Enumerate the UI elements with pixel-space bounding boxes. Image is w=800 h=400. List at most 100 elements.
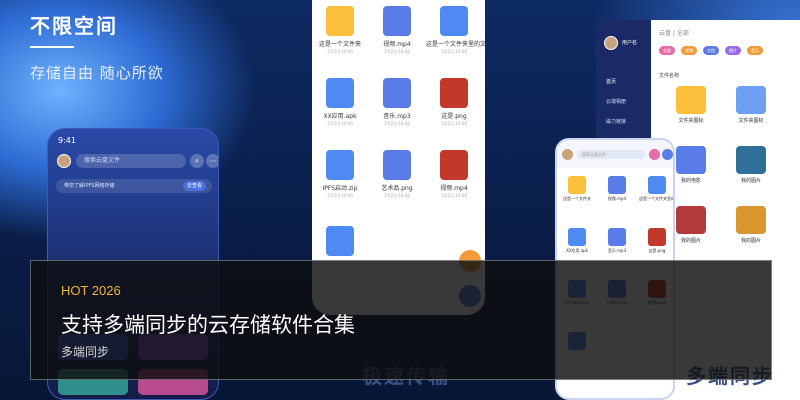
file-item[interactable]: IPFS启动.zip 1月2日 16:00 (312, 150, 368, 199)
file-name: 这是一个文件夹 (318, 41, 361, 48)
file-meta: 1月2日 16:00 (327, 49, 353, 54)
notification-icon[interactable] (649, 149, 660, 160)
file-item[interactable]: 艺术品.png 1月2日 16:00 (369, 150, 425, 199)
file-name: 我的图片 (740, 238, 761, 244)
desktop-file-item[interactable]: 文件夹图标 (721, 86, 781, 124)
file-meta: 1月2日 16:00 (327, 121, 353, 126)
avatar (562, 149, 573, 160)
file-item[interactable]: 这是一个文件夹里的文档.docx1月2日 16:00 (426, 6, 485, 55)
breadcrumb: 云盘 / 全部 (659, 30, 689, 37)
file-icon (326, 226, 354, 256)
hot-tag: HOT 2026 (61, 283, 121, 298)
zip-icon (326, 150, 354, 180)
image-icon (440, 78, 468, 108)
file-type-icon (608, 228, 626, 246)
sidebar-item-album[interactable]: 云端相册 (606, 98, 626, 105)
file-item[interactable]: 这是一个文件夹里的文档.docx (639, 176, 675, 202)
filter-chip[interactable]: 视频 (681, 46, 697, 55)
file-type-icon (568, 176, 586, 194)
file-item[interactable]: 视频.mp4 1月2日 16:00 (369, 6, 425, 55)
file-name: IPFS启动.zip (322, 185, 358, 192)
file-name: 视频.mp4 (440, 185, 468, 192)
file-name: XX应用.apk (323, 113, 357, 120)
file-meta: 1月2日 16:00 (384, 193, 410, 198)
column-header: 文件名称 (659, 73, 680, 79)
more-icon[interactable] (662, 149, 673, 160)
file-type-icon (568, 228, 586, 246)
file-name: XX应用.apk (565, 248, 589, 253)
file-type-icon (648, 176, 666, 194)
search-input[interactable]: 搜索云盘文件 (577, 150, 645, 159)
avatar (604, 36, 618, 50)
notice-banner[interactable]: 带您了解IPFS网络存储 去查看 (56, 179, 212, 193)
filter-icon[interactable]: ⌕ (190, 154, 204, 168)
file-name: 文件夹图标 (738, 118, 764, 124)
file-item[interactable]: 音乐.mp3 (599, 228, 635, 254)
file-type-icon (608, 176, 626, 194)
file-name: 视频.mp4 (607, 196, 627, 201)
file-type-icon (648, 228, 666, 246)
file-name: 音乐.mp3 (383, 113, 411, 120)
promo-banner: 不限空间 存储自由 随心所欲 9:41 搜索云盘文件 ⌕ ⋯ 带您了解IPFS网… (0, 0, 800, 400)
sidebar-item-magnet[interactable]: 磁力链接 (606, 118, 626, 125)
caption-title[interactable]: 支持多端同步的云存储软件合集 (61, 309, 355, 339)
sidebar-item-home[interactable]: 首页 (606, 78, 616, 85)
apk-icon (326, 78, 354, 108)
phone-header: 搜索云盘文件 (557, 140, 673, 168)
desktop-file-item[interactable]: 我的图片 (721, 206, 781, 244)
filter-chip[interactable]: 全部 (659, 46, 675, 55)
banner-headline: 不限空间 (30, 14, 118, 38)
music-icon (383, 78, 411, 108)
file-thumbnail-icon (676, 146, 706, 174)
search-input[interactable]: 搜索云盘文件 (76, 154, 186, 168)
file-item[interactable]: XX应用.apk (559, 228, 595, 254)
file-item[interactable]: 视频.mp4 (599, 176, 635, 202)
file-meta: 1月2日 16:00 (441, 193, 467, 198)
doc-icon (440, 6, 468, 36)
file-name: 文件夹图标 (678, 118, 704, 124)
status-time: 9:41 (58, 136, 76, 145)
file-item[interactable]: XX应用.apk 1月2日 16:00 (312, 78, 368, 127)
file-name: 视频.mp4 (383, 41, 411, 48)
desktop-file-item[interactable]: 文件夹图标 (661, 86, 721, 124)
notice-text: 带您了解IPFS网络存储 (64, 183, 115, 189)
file-item[interactable]: 视频.mp4 1月2日 16:00 (426, 150, 482, 199)
caption-card[interactable]: HOT 2026 支持多端同步的云存储软件合集 多端同步 (30, 260, 772, 380)
file-thumbnail-icon (676, 86, 706, 114)
folder-icon (326, 6, 354, 36)
file-name: 艺术品.png (381, 185, 413, 192)
file-item[interactable]: 这是一个文件夹 1月2日 16:00 (312, 6, 368, 55)
file-name: 这是一个文件夹里的文档.docx (639, 196, 675, 201)
filter-chip[interactable]: 图片 (725, 46, 741, 55)
file-item[interactable] (312, 226, 368, 259)
file-item[interactable]: 这是一个文件夹 (559, 176, 595, 202)
banner-tagline: 存储自由 随心所欲 (30, 64, 164, 82)
notice-button[interactable]: 去查看 (182, 181, 206, 191)
filter-chip[interactable]: 音乐 (747, 46, 763, 55)
file-name: 这是.png (648, 248, 666, 253)
sidebar-username: 用户名 (622, 40, 638, 46)
file-item[interactable]: 这是.png (639, 228, 673, 254)
more-icon[interactable]: ⋯ (206, 154, 218, 168)
file-item[interactable]: 这是.png 1月2日 16:00 (426, 78, 482, 127)
file-name: 我的图片 (740, 178, 761, 184)
file-thumbnail-icon (736, 86, 766, 114)
file-meta: 1月2日 16:00 (384, 49, 410, 54)
desktop-file-item[interactable]: 我的图片 (721, 146, 781, 184)
file-name: 这是一个文件夹里的文档.docx (426, 41, 485, 48)
headline-divider (30, 46, 74, 48)
file-name: 这是.png (441, 113, 467, 120)
file-thumbnail-icon (736, 206, 766, 234)
video-icon (383, 6, 411, 36)
video-icon (440, 150, 468, 180)
avatar (57, 154, 71, 168)
file-name: 这是一个文件夹 (563, 196, 591, 201)
file-meta: 1月2日 16:00 (441, 121, 467, 126)
file-meta: 1月2日 16:00 (327, 193, 353, 198)
file-item[interactable]: 音乐.mp3 1月2日 16:00 (369, 78, 425, 127)
filter-chip[interactable]: 文档 (703, 46, 719, 55)
file-meta: 1月2日 16:00 (384, 121, 410, 126)
caption-subtitle: 多端同步 (61, 345, 110, 359)
file-meta: 1月2日 16:00 (441, 49, 467, 54)
file-name: 音乐.mp3 (607, 248, 627, 253)
